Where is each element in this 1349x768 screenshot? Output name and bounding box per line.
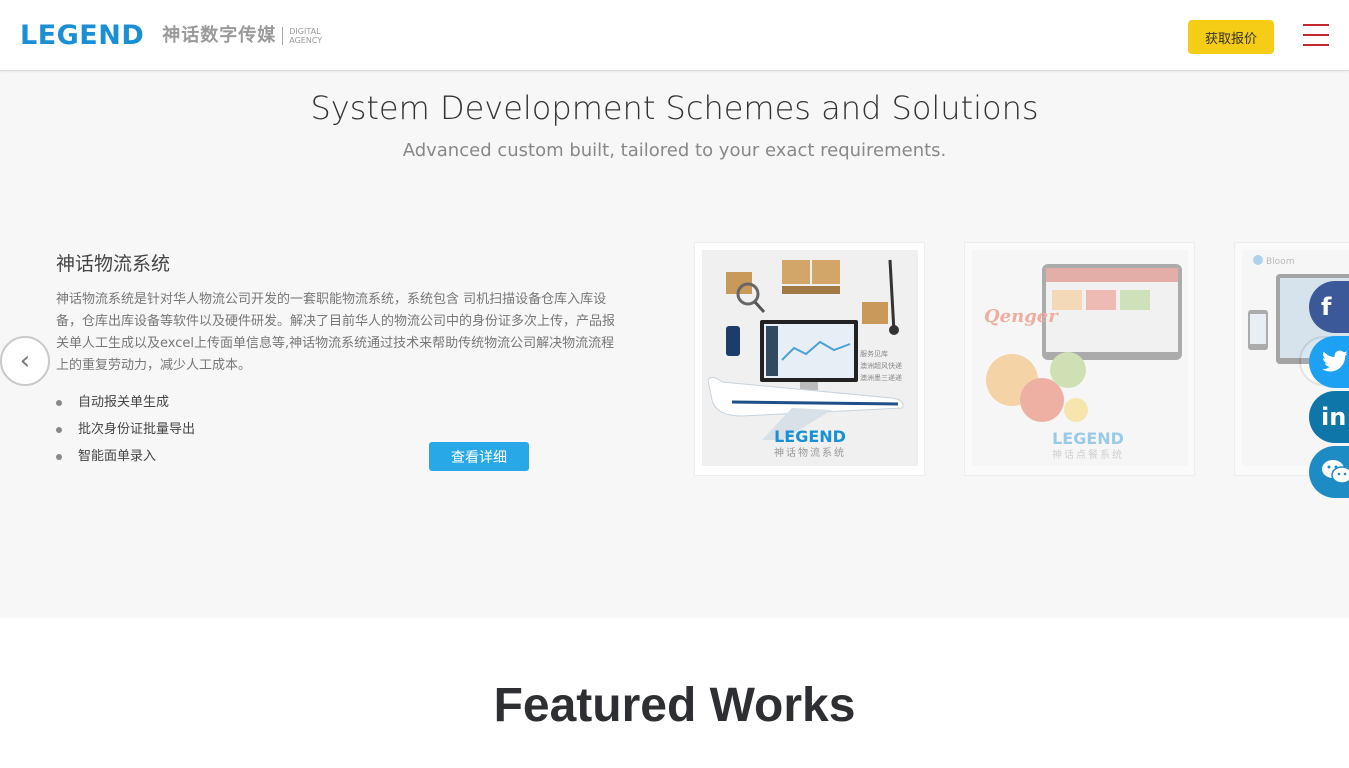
site-header: LEGEND 神话数字传媒 DIGITAL AGENCY 获取报价 (0, 0, 1349, 71)
logo-divider (282, 26, 284, 45)
logo-subtitle-line2: AGENCY (289, 35, 323, 45)
logo-subtitle-line1: DIGITAL (289, 26, 321, 36)
chevron-left-icon: ‹ (19, 346, 31, 376)
featured-works-title: Featured Works (493, 679, 856, 732)
card-brand: LEGEND (774, 427, 846, 446)
wechat-icon (1322, 460, 1349, 484)
card-caption: 神话物流系统 (774, 446, 846, 459)
card-brand: LEGEND (1052, 429, 1124, 448)
card-side-text: 服务见库 (860, 349, 888, 358)
product-description: 神话物流系统是针对华人物流公司开发的一套职能物流系统，系统包含 司机扫描设备仓库… (56, 292, 616, 373)
linkedin-icon: in (1321, 403, 1347, 431)
card-side-text: 澳洲超风快递 (860, 361, 902, 370)
twitter-icon (1322, 350, 1348, 372)
view-details-button[interactable]: 查看详细 (429, 442, 529, 471)
get-quote-button[interactable]: 获取报价 (1188, 20, 1274, 54)
solutions-section: System Development Schemes and Solutions… (0, 71, 1349, 618)
card-caption: 神话点餐系统 (1052, 448, 1124, 461)
feature-item: 批次身份证批量导出 (56, 418, 195, 445)
carousel-card-logistics[interactable]: 服务见库 澳洲超风快递 澳洲墨三递递 LEGEND 神话物流系统 (694, 242, 925, 476)
hamburger-icon[interactable] (1303, 24, 1329, 46)
section-subtitle: Advanced custom built, tailored to your … (402, 140, 947, 161)
section-title: System Development Schemes and Solutions (310, 89, 1039, 127)
facebook-icon: f (1321, 293, 1332, 321)
logo[interactable]: LEGEND 神话数字传媒 DIGITAL AGENCY (20, 22, 322, 49)
carousel-card-restaurant[interactable]: Qenger LEGEND 神话点餐系统 (964, 242, 1195, 476)
logo-chinese-name: 神话数字传媒 (162, 24, 277, 46)
logo-subtitle: DIGITAL AGENCY (289, 27, 322, 45)
logo-wordmark: LEGEND (20, 20, 145, 51)
carousel-prev-button[interactable]: ‹ (0, 336, 50, 386)
card-side-text: 澳洲墨三递递 (860, 373, 902, 382)
card-image: Qenger LEGEND 神话点餐系统 (972, 250, 1188, 466)
product-name: 神话物流系统 (56, 253, 171, 275)
feature-list: 自动报关单生成 批次身份证批量导出 智能面单录入 (56, 391, 195, 472)
card-image: 服务见库 澳洲超风快递 澳洲墨三递递 LEGEND 神话物流系统 (702, 250, 918, 466)
feature-item: 自动报关单生成 (56, 391, 195, 418)
feature-item: 智能面单录入 (56, 445, 195, 472)
restaurant-illustration: Qenger LEGEND 神话点餐系统 (972, 250, 1188, 466)
logistics-illustration: 服务见库 澳洲超风快递 澳洲墨三递递 LEGEND 神话物流系统 (702, 250, 918, 466)
card-script-word: Qenger (984, 306, 1059, 327)
card-brand: Bloom (1266, 257, 1294, 267)
